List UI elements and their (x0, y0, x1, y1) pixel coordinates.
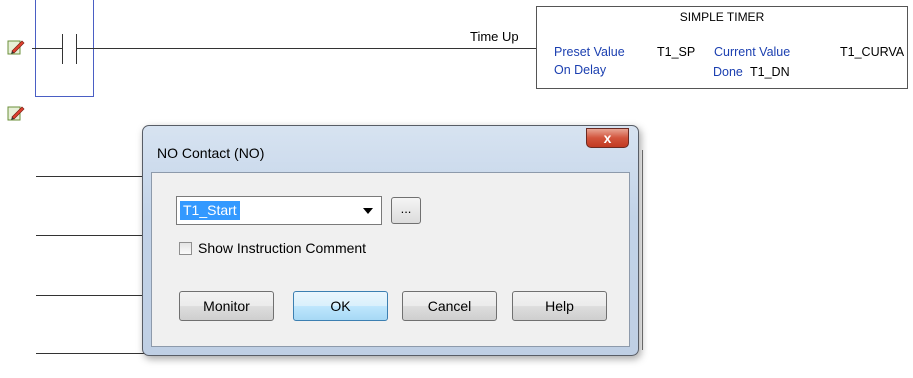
preset-value-tag: T1_SP (657, 45, 696, 59)
rung-wire (32, 48, 62, 49)
close-icon: x (603, 130, 612, 146)
monitor-button[interactable]: Monitor (179, 291, 274, 321)
contact-right-bar (76, 34, 77, 64)
cancel-button[interactable]: Cancel (402, 291, 497, 321)
edit-rung-icon[interactable] (7, 104, 25, 122)
chevron-down-icon[interactable] (363, 208, 373, 214)
done-label: Done (713, 65, 743, 79)
show-comment-label[interactable]: Show Instruction Comment (198, 240, 366, 256)
tag-combobox[interactable]: T1_Start (176, 196, 382, 225)
rung-wire (36, 176, 146, 177)
coil-label: Time Up (470, 29, 519, 44)
browse-button[interactable]: ... (391, 197, 421, 224)
no-contact-dialog: NO Contact (NO) x T1_Start ... Show Inst… (142, 125, 639, 356)
show-comment-checkbox[interactable] (179, 242, 192, 255)
contact-left-bar (62, 34, 63, 64)
done-tag: T1_DN (750, 65, 790, 79)
close-button[interactable]: x (586, 128, 629, 148)
simple-timer-block[interactable]: SIMPLE TIMER Preset Value T1_SP Current … (536, 6, 908, 89)
mode-label: On Delay (554, 63, 607, 77)
rung-wire (76, 48, 536, 49)
dialog-client-area: T1_Start ... Show Instruction Comment Mo… (151, 172, 630, 347)
rung-wire (36, 295, 146, 296)
tag-combobox-value: T1_Start (180, 201, 240, 220)
rung-wire (36, 353, 146, 354)
dialog-title: NO Contact (NO) (157, 145, 265, 161)
current-value-tag: T1_CURVA (840, 45, 905, 59)
help-button[interactable]: Help (512, 291, 607, 321)
timer-title: SIMPLE TIMER (679, 10, 765, 24)
edit-rung-icon[interactable] (7, 38, 25, 56)
ok-button[interactable]: OK (293, 291, 388, 321)
rung-wire (36, 235, 146, 236)
right-rail-fragment (642, 150, 643, 350)
current-value-label: Current Value (714, 45, 791, 59)
preset-value-label: Preset Value (554, 45, 625, 59)
